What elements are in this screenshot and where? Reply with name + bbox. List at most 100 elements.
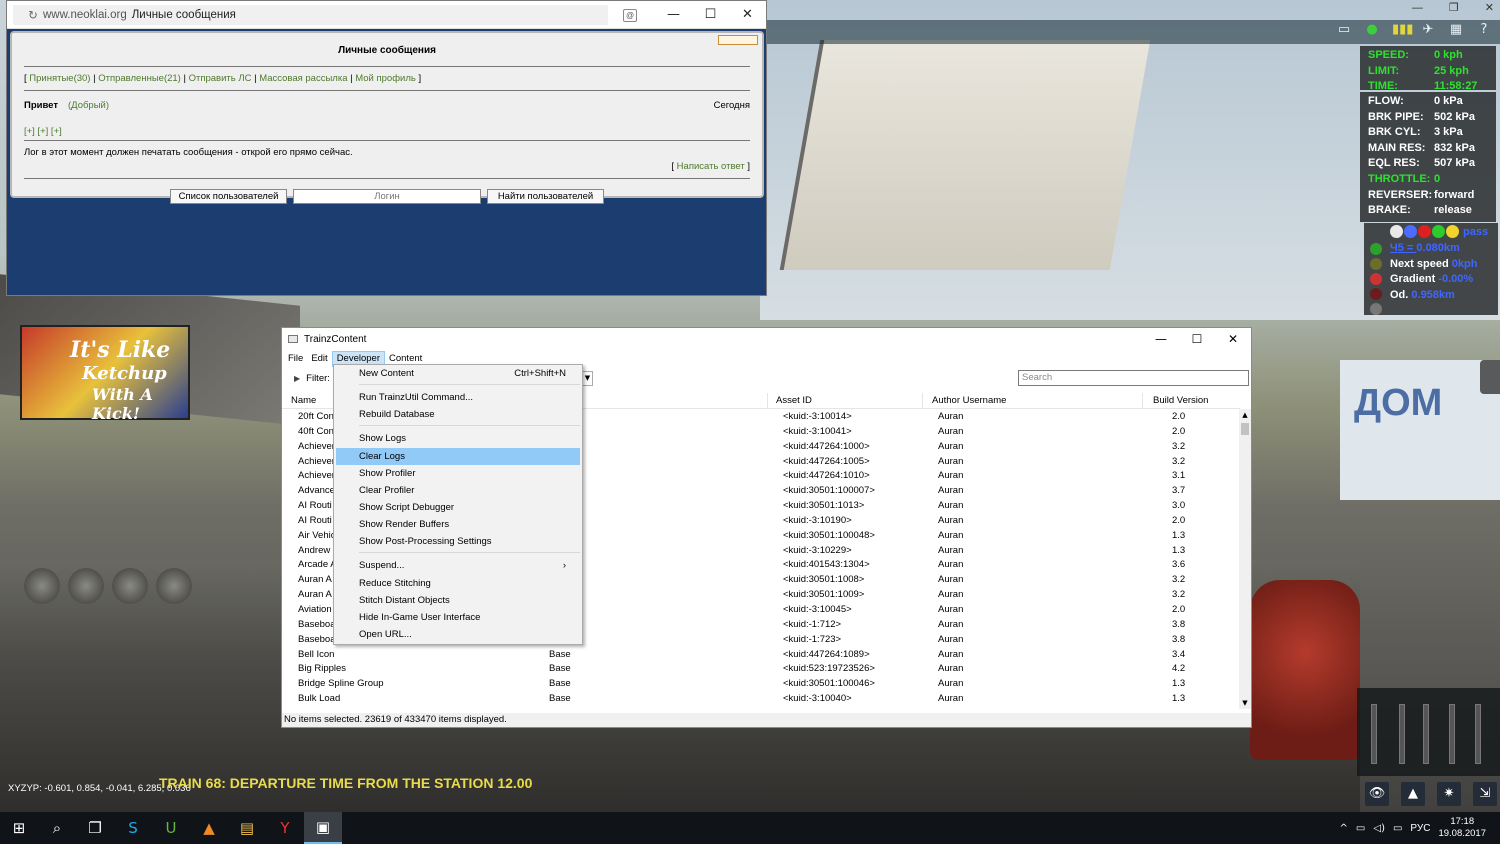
skype-icon[interactable]: S xyxy=(114,812,152,844)
users-list-button[interactable]: Список пользователей xyxy=(170,189,287,204)
browser-close-button[interactable]: ✕ xyxy=(729,1,766,29)
light-icon[interactable]: ✷ xyxy=(1437,782,1461,806)
reply-link[interactable]: Написать ответ xyxy=(677,161,745,172)
help-icon[interactable]: ? xyxy=(1476,22,1492,37)
menu-file[interactable]: File xyxy=(284,352,307,366)
explorer-icon[interactable]: ▤ xyxy=(228,812,266,844)
dev-menu-item[interactable]: Rebuild Database xyxy=(334,406,582,423)
dev-menu-item[interactable]: Clear Profiler xyxy=(334,482,582,499)
network-icon[interactable]: ▭ xyxy=(1356,823,1365,834)
start-button[interactable]: ⊞ xyxy=(0,812,38,844)
dev-menu-item[interactable]: Clear Logs xyxy=(336,447,580,465)
trainz-titlebar: TrainzContent — ☐ ✕ xyxy=(282,328,1251,350)
trainz-maximize-button[interactable]: ☐ xyxy=(1179,328,1215,350)
message-from[interactable]: (Добрый) xyxy=(68,100,109,111)
screen-icon[interactable]: ▭ xyxy=(1336,22,1352,37)
language-indicator[interactable]: РУС xyxy=(1410,823,1430,834)
train-brake-lever[interactable] xyxy=(1449,704,1455,764)
table-scrollbar[interactable]: ▲ ▼ xyxy=(1239,409,1251,709)
dev-menu-item[interactable]: Show Render Buffers xyxy=(334,516,582,533)
volume-icon[interactable]: ◁) xyxy=(1373,823,1385,834)
reload-icon[interactable]: ↻ xyxy=(23,8,43,22)
hud-air-row: THROTTLE: 0 xyxy=(1368,172,1488,188)
game-minimize-button[interactable]: — xyxy=(1412,0,1423,18)
up-arrow-icon[interactable]: ▲ xyxy=(1401,782,1425,806)
scroll-up-icon[interactable]: ▲ xyxy=(1239,411,1251,419)
browser-minimize-button[interactable]: — xyxy=(655,1,692,29)
search-icon[interactable]: ⌕ xyxy=(38,812,76,844)
find-users-button[interactable]: Найти пользователей xyxy=(487,189,604,204)
utorrent-icon[interactable]: U xyxy=(152,812,190,844)
dev-menu-item[interactable]: Show Profiler xyxy=(334,465,582,482)
dev-menu-item[interactable]: Reduce Stitching xyxy=(334,575,582,592)
dev-menu-label: Open URL... xyxy=(359,628,412,640)
taskbar: ⊞ ⌕ ❐ S U ▲ ▤ Y ▣ ^ ▭ ◁) ▭ РУС 17:18 19.08.2017 xyxy=(0,812,1500,844)
pm-nav-link[interactable]: Массовая рассылка xyxy=(259,73,347,84)
dev-menu-item[interactable]: Open URL... xyxy=(334,626,582,643)
dev-menu-item[interactable]: Show Post-Processing Settings xyxy=(334,533,582,550)
yandex-browser-icon[interactable]: Y xyxy=(266,812,304,844)
keyboard-icon[interactable]: ▭ xyxy=(1393,823,1402,834)
hud-air-label: EQL RES: xyxy=(1368,157,1420,170)
reverser-lever[interactable] xyxy=(1371,704,1377,764)
signal-bars-icon[interactable]: ▮▮▮ xyxy=(1392,22,1413,37)
dev-menu-label: New Content xyxy=(359,368,414,379)
pm-nav-link[interactable]: Принятые xyxy=(29,73,73,84)
filter-dropdown-icon[interactable]: ▼ xyxy=(582,371,593,386)
table-row[interactable]: Bridge Spline Group Base <kuid:30501:10004… xyxy=(282,677,1240,692)
clock[interactable]: 17:18 19.08.2017 xyxy=(1438,816,1486,840)
game-close-button[interactable]: ✕ xyxy=(1485,0,1494,18)
plus-links[interactable]: [+] [+] [+] xyxy=(24,118,750,141)
dynamic-brake-lever[interactable] xyxy=(1423,704,1429,764)
col-name[interactable]: Name xyxy=(291,395,316,406)
pm-title: Личные сообщения xyxy=(24,39,750,67)
hud-air-value: release xyxy=(1434,204,1472,217)
task-view-icon[interactable]: ❐ xyxy=(76,812,114,844)
cell-author: Auran xyxy=(938,603,964,615)
extension-icon[interactable]: @ xyxy=(623,9,637,22)
coupler-icon[interactable]: ⇲ xyxy=(1473,782,1497,806)
loco-brake-lever[interactable] xyxy=(1475,704,1481,764)
dev-menu-item[interactable]: Suspend... › xyxy=(334,557,582,574)
table-row[interactable]: Bulk Load Base <kuid:-3:10040> Auran 1.3 xyxy=(282,692,1240,707)
col-build[interactable]: Build Version xyxy=(1153,395,1208,406)
tools-icon[interactable]: ✈ xyxy=(1420,22,1436,37)
driver-list-icon[interactable]: ▦ xyxy=(1448,22,1464,37)
user-search-form: Список пользователей Найти пользователей xyxy=(24,189,750,204)
pm-nav-link[interactable]: Отправленные xyxy=(98,73,164,84)
expand-filter-icon[interactable]: ▶ xyxy=(294,374,300,383)
trainz-minimize-button[interactable]: — xyxy=(1143,328,1179,350)
dev-menu-item[interactable]: Show Script Debugger xyxy=(334,499,582,516)
table-row[interactable]: Big Ripples Base <kuid:523:19723526> Auran 4… xyxy=(282,662,1240,677)
scroll-down-icon[interactable]: ▼ xyxy=(1239,699,1251,707)
dev-menu-item[interactable]: Hide In-Game User Interface xyxy=(334,609,582,626)
col-author[interactable]: Author Username xyxy=(932,395,1006,406)
view-eye-icon[interactable]: 👁 xyxy=(1365,782,1389,806)
dev-menu-item[interactable]: Show Logs xyxy=(334,430,582,447)
col-asset-id[interactable]: Asset ID xyxy=(776,395,812,406)
dev-menu-item[interactable]: Stitch Distant Objects xyxy=(334,592,582,609)
address-bar[interactable]: ↻ www.neoklai.org Личные сообщения xyxy=(13,5,608,25)
game-restore-button[interactable]: ❐ xyxy=(1449,0,1459,18)
hud-side-tab[interactable] xyxy=(1480,360,1500,394)
pm-nav-link[interactable]: Отправить ЛС xyxy=(189,73,252,84)
hud-speed-label: LIMIT: xyxy=(1368,64,1400,77)
pm-nav-link[interactable]: Мой профиль xyxy=(355,73,416,84)
status-light-icon[interactable]: ● xyxy=(1364,22,1380,37)
browser-maximize-button[interactable]: ☐ xyxy=(692,1,729,29)
scroll-thumb[interactable] xyxy=(1241,423,1249,435)
power-lever[interactable] xyxy=(1399,704,1405,764)
search-input[interactable]: Search xyxy=(1018,370,1249,386)
menu-edit[interactable]: Edit xyxy=(307,352,331,366)
tray-overflow-icon[interactable]: ^ xyxy=(1340,823,1348,834)
dev-menu-item[interactable]: New Content Ctrl+Shift+N xyxy=(334,365,582,382)
dev-menu-item[interactable]: Run TrainzUtil Command... xyxy=(334,389,582,406)
trainz-close-button[interactable]: ✕ xyxy=(1215,328,1251,350)
avast-icon[interactable]: ▲ xyxy=(190,812,228,844)
message-subject[interactable]: Привет xyxy=(24,100,58,111)
cell-author: Auran xyxy=(938,485,964,497)
table-row[interactable]: Bell Icon Base <kuid:447264:1089> Auran 3.4 xyxy=(282,648,1240,663)
login-input[interactable] xyxy=(293,189,481,204)
trainz-icon[interactable]: ▣ xyxy=(304,812,342,844)
pm-nav-count: (21) xyxy=(163,73,181,84)
